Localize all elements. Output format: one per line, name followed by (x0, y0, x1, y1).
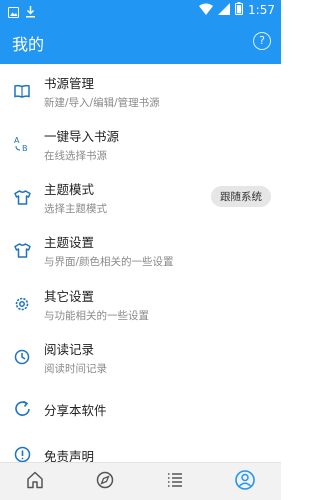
menu-item-disclaimer[interactable]: 免责声明 (0, 434, 281, 462)
explore-icon (95, 470, 115, 494)
menu-item-reading-history[interactable]: 阅读记录 阅读时间记录 (0, 329, 281, 382)
nav-bookshelf[interactable] (140, 463, 210, 500)
info-icon (12, 444, 32, 462)
menu-item-title: 书源管理 (44, 76, 95, 91)
nav-profile[interactable] (210, 463, 280, 500)
profile-icon (234, 469, 256, 495)
menu-item-share[interactable]: 分享本软件 (0, 382, 281, 434)
shirt-icon (12, 187, 32, 207)
translate-icon: AB (12, 134, 32, 154)
shirt-icon (12, 240, 32, 260)
menu-item-book-source[interactable]: 书源管理 新建/导入/编辑/管理书源 (0, 64, 281, 116)
wifi-icon (199, 3, 214, 18)
gear-icon (12, 294, 32, 314)
page-title: 我的 (12, 35, 45, 54)
svg-text:A: A (14, 136, 20, 145)
menu-item-title: 阅读记录 (44, 342, 95, 357)
menu-item-title: 主题设置 (44, 235, 95, 250)
bottom-navigation (0, 462, 281, 500)
menu-item-subtitle: 与界面/颜色相关的一些设置 (44, 256, 174, 268)
menu-item-title: 免责声明 (44, 449, 95, 462)
menu-item-theme-mode[interactable]: 主题模式 选择主题模式 跟随系统 (0, 169, 281, 222)
menu-item-subtitle: 与功能相关的一些设置 (44, 310, 149, 322)
menu-item-subtitle: 选择主题模式 (44, 203, 107, 215)
status-bar: 1:57 (0, 0, 281, 20)
menu-item-title: 主题模式 (44, 182, 95, 197)
menu-item-title: 其它设置 (44, 289, 95, 304)
nav-explore[interactable] (70, 463, 140, 500)
menu-list: 书源管理 新建/导入/编辑/管理书源 AB 一键导入书源 在线选择书源 主题模式… (0, 64, 281, 462)
menu-item-theme-settings[interactable]: 主题设置 与界面/颜色相关的一些设置 (0, 222, 281, 275)
menu-item-subtitle: 阅读时间记录 (44, 363, 107, 375)
signal-icon (218, 2, 231, 18)
book-icon (12, 81, 32, 101)
svg-text:B: B (22, 144, 28, 153)
nav-home[interactable] (0, 463, 70, 500)
list-icon (165, 470, 185, 494)
menu-item-import-source[interactable]: AB 一键导入书源 在线选择书源 (0, 116, 281, 169)
battery-icon (235, 2, 244, 18)
share-icon (12, 398, 32, 418)
app-bar: 我的 ? (0, 20, 281, 64)
home-icon (25, 470, 45, 494)
menu-item-subtitle: 在线选择书源 (44, 150, 107, 162)
status-time: 1:57 (248, 3, 275, 17)
theme-mode-badge[interactable]: 跟随系统 (211, 186, 271, 207)
menu-item-subtitle: 新建/导入/编辑/管理书源 (44, 97, 160, 109)
menu-item-title: 一键导入书源 (44, 129, 120, 144)
clock-icon (12, 347, 32, 367)
menu-item-other-settings[interactable]: 其它设置 与功能相关的一些设置 (0, 275, 281, 329)
menu-item-title: 分享本软件 (44, 403, 107, 418)
help-icon[interactable]: ? (253, 32, 271, 50)
